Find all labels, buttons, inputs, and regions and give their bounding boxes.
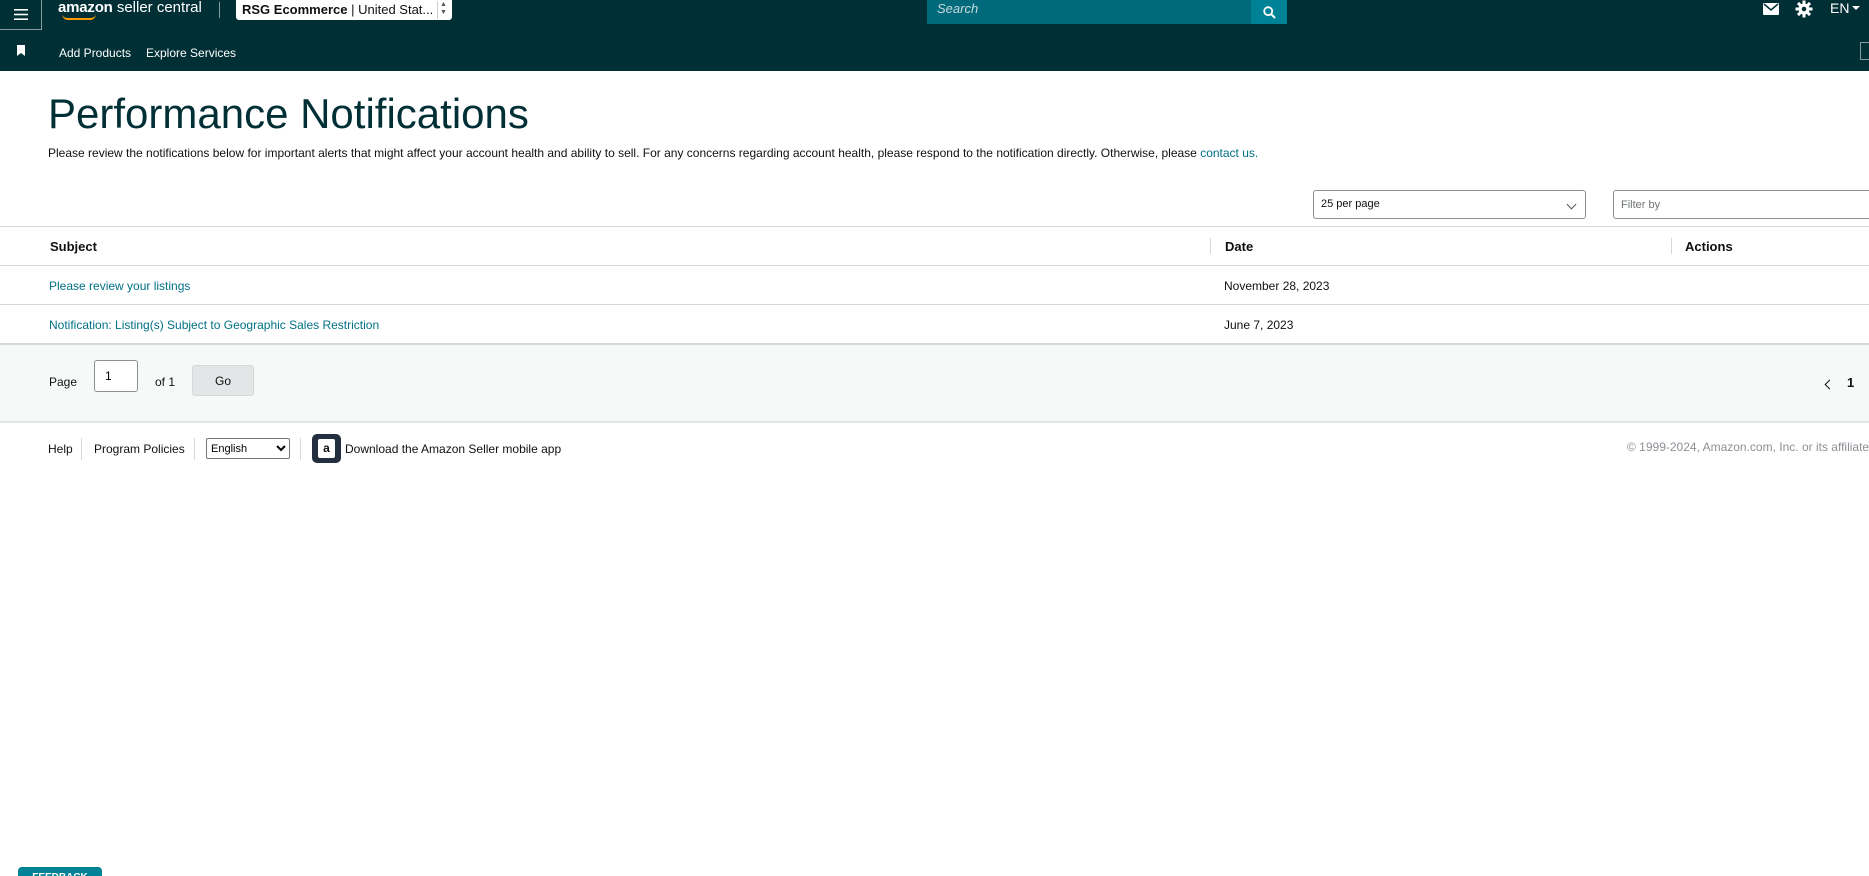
footer-divider xyxy=(300,438,301,460)
account-name: RSG Ecommerce xyxy=(242,2,348,17)
search-input[interactable]: Search xyxy=(927,0,1252,24)
notification-date: June 7, 2023 xyxy=(1224,318,1294,332)
pagination-bar: Page of 1 Go 1 xyxy=(0,344,1869,423)
logo-smile xyxy=(62,14,96,20)
filter-input[interactable] xyxy=(1613,190,1869,219)
column-header-date[interactable]: Date xyxy=(1225,239,1253,254)
nav-item-add-products[interactable]: Add Products xyxy=(59,46,131,60)
contact-us-link[interactable]: contact us. xyxy=(1200,146,1258,160)
logo-divider xyxy=(219,2,220,18)
amazon-app-icon[interactable]: a xyxy=(312,434,341,463)
table-header: Subject Date Actions xyxy=(0,227,1869,266)
notification-subject-link[interactable]: Please review your listings xyxy=(49,279,190,293)
account-switcher[interactable]: RSG Ecommerce | United Stat... ▲ ▼ xyxy=(236,0,452,20)
download-app-link[interactable]: Download the Amazon Seller mobile app xyxy=(345,442,561,456)
page-count-label: of 1 xyxy=(155,375,176,389)
go-button[interactable]: Go xyxy=(192,365,254,396)
mail-icon[interactable] xyxy=(1763,2,1779,16)
chevron-left-icon[interactable] xyxy=(1824,379,1835,390)
gear-icon[interactable] xyxy=(1795,0,1813,18)
page-title: Performance Notifications xyxy=(48,90,529,137)
per-page-value: 25 per page xyxy=(1321,198,1380,210)
bookmark-icon[interactable] xyxy=(16,45,26,57)
nav-right-control[interactable] xyxy=(1860,42,1869,60)
table-row: Please review your listings November 28,… xyxy=(0,266,1869,305)
chevron-down-icon xyxy=(1566,199,1577,210)
program-policies-link[interactable]: Program Policies xyxy=(94,442,185,456)
logo-product: seller central xyxy=(112,0,202,16)
notification-date: November 28, 2023 xyxy=(1224,279,1330,293)
footer-divider xyxy=(194,438,195,460)
per-page-select[interactable]: 25 per page xyxy=(1313,190,1586,219)
copyright-text: © 1999-2024, Amazon.com, Inc. or its aff… xyxy=(1627,440,1869,454)
column-header-actions: Actions xyxy=(1685,239,1733,254)
language-select[interactable]: English xyxy=(206,438,290,459)
current-page-number[interactable]: 1 xyxy=(1847,375,1854,390)
search-icon xyxy=(1262,5,1276,19)
page-label: Page xyxy=(49,375,78,389)
footer-divider xyxy=(81,438,82,460)
table-row: Notification: Listing(s) Subject to Geog… xyxy=(0,305,1869,344)
hamburger-menu-button[interactable] xyxy=(0,0,42,30)
notifications-table: Subject Date Actions Please review your … xyxy=(0,226,1869,344)
top-bar: amazon seller central RSG Ecommerce | Un… xyxy=(0,0,1869,30)
search-button[interactable] xyxy=(1251,0,1287,24)
column-divider xyxy=(1671,238,1672,254)
language-switcher[interactable]: EN xyxy=(1830,0,1849,16)
page-description: Please review the notifications below fo… xyxy=(48,146,1258,160)
nav-bar: Add Products Explore Services xyxy=(0,30,1869,71)
column-divider xyxy=(1210,238,1211,254)
page-number-input[interactable] xyxy=(94,360,138,392)
app-icon-glyph: a xyxy=(318,439,335,458)
notification-subject-link[interactable]: Notification: Listing(s) Subject to Geog… xyxy=(49,318,379,332)
seller-central-logo[interactable]: amazon seller central xyxy=(58,0,202,20)
help-link[interactable]: Help xyxy=(48,442,73,456)
chevron-down-icon xyxy=(1852,6,1860,10)
account-region: United Stat... xyxy=(358,2,434,17)
nav-item-explore-services[interactable]: Explore Services xyxy=(146,46,236,60)
feedback-button[interactable]: FEEDBACK xyxy=(18,867,102,876)
column-header-subject[interactable]: Subject xyxy=(50,239,97,254)
description-text: Please review the notifications below fo… xyxy=(48,146,1201,160)
account-spinner-icon: ▲ ▼ xyxy=(437,1,449,19)
hamburger-icon xyxy=(13,9,28,20)
